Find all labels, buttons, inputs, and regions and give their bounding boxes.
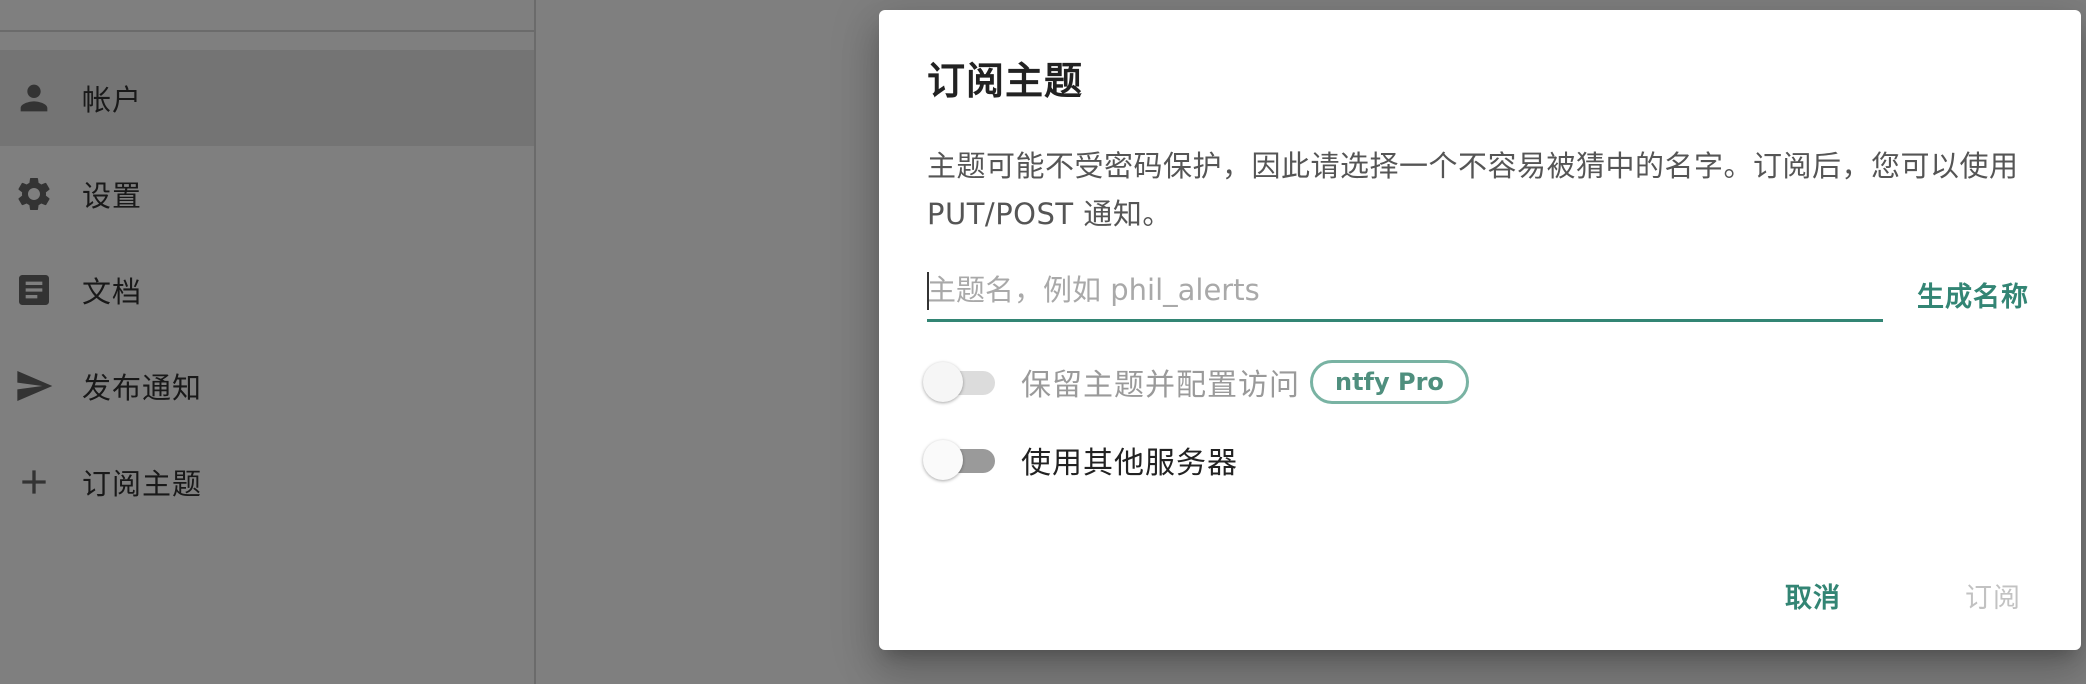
cancel-button[interactable]: 取消 bbox=[1765, 570, 1861, 620]
topic-name-input[interactable] bbox=[927, 264, 1883, 316]
dialog-description: 主题可能不受密码保护，因此请选择一个不容易被猜中的名字。订阅后，您可以使用 PU… bbox=[927, 149, 2019, 231]
generate-name-button[interactable]: 生成名称 bbox=[1901, 272, 2045, 316]
dialog-title: 订阅主题 bbox=[927, 59, 1084, 103]
topic-field bbox=[927, 264, 1883, 322]
dialog-actions: 取消 订阅 bbox=[1765, 570, 2041, 620]
text-caret bbox=[927, 272, 929, 310]
other-server-label: 使用其他服务器 bbox=[1021, 446, 1238, 481]
switch-thumb bbox=[923, 440, 963, 480]
other-server-row: 使用其他服务器 bbox=[923, 438, 1238, 482]
switch-thumb bbox=[923, 362, 963, 402]
reserve-topic-label: 保留主题并配置访问 bbox=[1021, 368, 1300, 403]
other-server-toggle[interactable] bbox=[923, 440, 999, 480]
reserve-topic-toggle[interactable] bbox=[923, 362, 999, 402]
subscribe-dialog: 订阅主题 主题可能不受密码保护，因此请选择一个不容易被猜中的名字。订阅后，您可以… bbox=[879, 10, 2081, 650]
subscribe-button[interactable]: 订阅 bbox=[1945, 570, 2041, 620]
ntfy-pro-badge: ntfy Pro bbox=[1310, 360, 1469, 404]
reserve-topic-row: 保留主题并配置访问 ntfy Pro bbox=[923, 360, 1469, 404]
